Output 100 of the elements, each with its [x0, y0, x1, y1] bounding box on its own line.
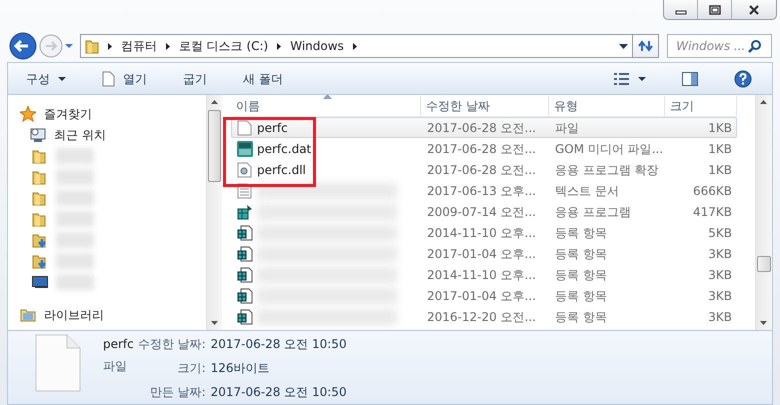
close-icon: [748, 4, 760, 14]
type-cell-text: 등록 항목: [554, 224, 608, 242]
size-cell-text: 1KB: [707, 162, 733, 178]
toolbar-button[interactable]: 구성: [20, 68, 72, 90]
file-row[interactable]: 2016-12-20 오전... 등록 항목 3KB: [231, 306, 737, 327]
dropdown-icon[interactable]: [619, 44, 628, 48]
refresh-button[interactable]: [633, 34, 660, 58]
file-name: perfc: [103, 336, 134, 353]
file-row[interactable]: perfc.dat 2017-06-28 오전... GOM 미디어 파일... 1KB: [231, 138, 737, 159]
property-label: 수정한 날짜:: [138, 336, 206, 353]
type-cell-text: GOM 미디어 파일...: [554, 140, 664, 158]
chevron-icon[interactable]: [106, 42, 113, 50]
folder-icon[interactable]: [32, 168, 48, 184]
search-icon[interactable]: [748, 40, 762, 52]
caret-icon: [58, 76, 66, 80]
toolbar-button[interactable]: 열기: [96, 68, 153, 90]
date-cell-text: 2017-01-04 오후...: [426, 246, 537, 262]
refresh-icon: [638, 39, 654, 53]
size-cell-text: 666KB: [692, 182, 733, 200]
column-header[interactable]: 크기: [665, 96, 737, 116]
size-cell-text: 3KB: [707, 288, 733, 304]
folder-icon[interactable]: [32, 190, 48, 206]
chevron-icon[interactable]: [352, 42, 358, 50]
sidebar-item[interactable]: 최근 위치: [54, 126, 106, 144]
library-icon[interactable]: [20, 306, 36, 322]
sort-arrow-icon: [323, 95, 332, 99]
file-row[interactable]: perfc.dll 2017-06-28 오전... 응용 프로그램 확장 1KB: [231, 159, 737, 180]
sidebar-item[interactable]: 라이브러리: [44, 306, 104, 324]
file-name: perfc.dll: [257, 162, 306, 178]
computer-icon[interactable]: [30, 126, 46, 142]
download-folder-icon[interactable]: [32, 232, 48, 248]
breadcrumb[interactable]: Windows: [290, 37, 344, 55]
type-cell-text: 등록 항목: [554, 308, 608, 326]
file-row[interactable]: perfc 2017-06-28 오전... 파일 1KB: [231, 117, 737, 138]
file-row[interactable]: 2014-11-10 오후... 등록 항목 5KB: [231, 222, 737, 243]
folder-icon: [84, 38, 99, 54]
maximize-icon: [708, 4, 720, 14]
file-row[interactable]: 2009-07-14 오전... 응용 프로그램 417KB: [231, 201, 737, 222]
document-icon: [102, 70, 115, 86]
folder-icon[interactable]: [32, 148, 48, 164]
file-row[interactable]: 2017-01-04 오후... 등록 항목 3KB: [231, 285, 737, 306]
column-header[interactable]: 유형: [549, 96, 665, 116]
cube-icon: [237, 204, 253, 220]
scrollbar[interactable]: [206, 95, 222, 330]
history-dropdown-icon[interactable]: [64, 43, 74, 49]
property-label: 크기:: [176, 360, 206, 377]
column-header[interactable]: 수정한 날짜: [421, 96, 549, 116]
cube-file-icon: [237, 288, 253, 304]
file-row[interactable]: 2014-11-10 오후... 등록 항목 3KB: [231, 264, 737, 285]
type-cell-text: 등록 항목: [554, 288, 608, 304]
cube-file-icon: [237, 266, 253, 282]
dat-file-icon: [237, 140, 253, 156]
chevron-icon[interactable]: [276, 42, 282, 50]
help-icon: [734, 70, 752, 88]
list-view-icon: [614, 72, 630, 84]
download-folder-icon[interactable]: [32, 252, 48, 268]
property-value: 2017-06-28 오전 10:50: [210, 336, 347, 353]
property-value: 2017-06-28 오전 10:50: [210, 384, 347, 401]
column-header[interactable]: 이름: [231, 96, 421, 116]
address-bar[interactable]: 컴퓨터 로컬 디스크 (C:) Windows: [80, 34, 634, 58]
property-label: 만든 날짜:: [148, 384, 206, 401]
scrollbar-thumb[interactable]: [208, 110, 221, 182]
size-cell-text: 5KB: [707, 224, 733, 242]
file-name: perfc.dat: [257, 140, 312, 158]
favorites-header[interactable]: 즐겨찾기: [44, 104, 92, 122]
preview-pane-icon: [682, 72, 698, 86]
breadcrumb[interactable]: 컴퓨터: [120, 37, 157, 55]
date-cell-text: 2017-06-28 오전...: [426, 140, 537, 158]
star-icon[interactable]: [20, 106, 36, 122]
date-cell-text: 2016-12-20 오전...: [426, 308, 537, 326]
size-cell-text: 3KB: [707, 266, 733, 284]
type-cell-text: 등록 항목: [554, 246, 608, 262]
back-button[interactable]: [8, 32, 38, 60]
date-cell-text: 2017-01-04 오후...: [426, 288, 537, 304]
date-cell-text: 2014-11-10 오후...: [426, 224, 537, 242]
caret-icon: [638, 76, 646, 80]
file-row[interactable]: 2017-01-04 오후... 등록 항목 3KB: [231, 243, 737, 264]
type-cell-text: 응용 프로그램: [554, 204, 632, 220]
scrollbar[interactable]: [755, 95, 772, 330]
type-cell-text: 응용 프로그램 확장: [554, 162, 660, 178]
file-row[interactable]: 2017-06-13 오후... 텍스트 문서 666KB: [231, 180, 737, 201]
chevron-icon[interactable]: [164, 42, 171, 50]
monitor-icon[interactable]: [32, 274, 48, 290]
type-cell-text: 등록 항목: [554, 266, 608, 284]
date-cell-text: 2014-11-10 오후...: [426, 266, 537, 284]
breadcrumb[interactable]: 로컬 디스크 (C:): [178, 37, 268, 55]
cube-file-icon: [237, 308, 253, 324]
scrollbar-thumb[interactable]: [757, 256, 771, 272]
search-box[interactable]: Windows ...: [667, 34, 772, 58]
file-icon: [237, 120, 253, 136]
toolbar-button[interactable]: 굽기: [177, 68, 213, 90]
cube-file-icon: [237, 224, 253, 240]
date-cell-text: 2017-06-28 오전...: [426, 120, 537, 136]
file-name: perfc: [257, 120, 288, 136]
folder-icon[interactable]: [32, 210, 48, 226]
toolbar-button[interactable]: 새 폴더: [237, 68, 289, 90]
size-cell-text: 1KB: [707, 140, 733, 158]
file-type: 파일: [103, 358, 128, 375]
cube-file-icon: [237, 246, 253, 262]
gear-file-icon: [237, 162, 253, 178]
